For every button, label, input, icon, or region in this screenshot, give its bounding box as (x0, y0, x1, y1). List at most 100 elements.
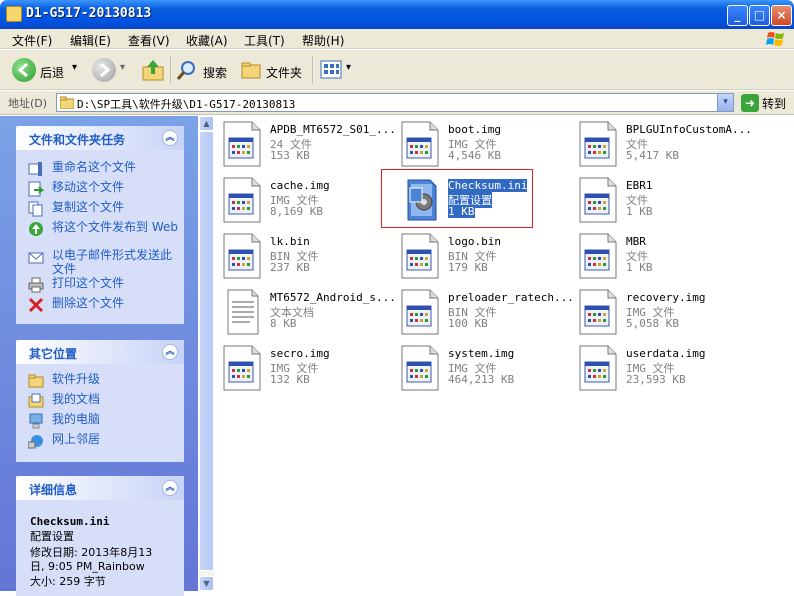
minimize-button[interactable]: _ (727, 5, 748, 26)
file-name: EBR1 (626, 179, 653, 192)
file-item[interactable]: cache.img IMG 文件 8,169 KB (222, 176, 392, 228)
file-item[interactable]: lk.bin BIN 文件 237 KB (222, 232, 392, 284)
print-icon (28, 277, 44, 293)
file-item[interactable]: system.img IMG 文件 464,213 KB (400, 344, 570, 396)
file-name: recovery.img (626, 291, 706, 304)
maximize-button[interactable]: □ (749, 5, 770, 26)
file-item[interactable]: logo.bin BIN 文件 179 KB (400, 232, 570, 284)
folder-icon (60, 96, 74, 109)
task-label: 移动这个文件 (52, 180, 125, 194)
generic-file-icon (579, 121, 617, 167)
other-places-header[interactable]: 其它位置 ︽ (16, 340, 184, 364)
file-size: 153 KB (270, 149, 310, 162)
toolbar-separator (312, 56, 313, 84)
file-item[interactable]: recovery.img IMG 文件 5,058 KB (578, 288, 748, 340)
generic-file-icon (579, 345, 617, 391)
file-size: 8,169 KB (270, 205, 323, 218)
file-item[interactable]: secro.img IMG 文件 132 KB (222, 344, 392, 396)
file-size: 1 KB (626, 205, 653, 218)
collapse-icon[interactable]: ︽ (162, 130, 178, 146)
window-title: D1-G517-20130813 (26, 6, 152, 21)
file-item[interactable]: MT6572_Android_s... 文本文档 8 KB (222, 288, 396, 340)
menu-edit[interactable]: 编辑(E) (70, 32, 111, 49)
file-item[interactable]: preloader_ratech... BIN 文件 100 KB (400, 288, 574, 340)
toolbar-separator (170, 56, 171, 84)
file-name: MBR (626, 235, 646, 248)
file-name: boot.img (448, 123, 501, 136)
collapse-icon[interactable]: ︽ (162, 344, 178, 360)
details-title: 详细信息 (29, 483, 78, 497)
file-size: 8 KB (270, 317, 297, 330)
scroll-thumb[interactable] (199, 131, 214, 571)
collapse-icon[interactable]: ︽ (162, 480, 178, 496)
menu-file[interactable]: 文件(F) (12, 32, 52, 49)
back-button[interactable]: 后退 (40, 64, 64, 81)
generic-file-icon (223, 233, 261, 279)
generic-file-icon (401, 289, 439, 335)
title-bar[interactable]: D1-G517-20130813 _ □ × (0, 0, 794, 29)
windows-logo-icon (766, 32, 784, 46)
file-item[interactable]: MBR 文件 1 KB (578, 232, 748, 284)
folders-button[interactable]: 文件夹 (266, 64, 302, 81)
task-pane: 文件和文件夹任务 ︽ 重命名这个文件 移动这个文件 复制这个文件 将这个文件发布… (0, 116, 198, 596)
folder-up-icon[interactable] (141, 58, 165, 82)
close-button[interactable]: × (771, 5, 792, 26)
place-label: 网上邻居 (52, 432, 101, 446)
file-item[interactable]: EBR1 文件 1 KB (578, 176, 748, 228)
back-icon[interactable] (12, 58, 36, 82)
address-dropdown[interactable]: ▾ (717, 94, 733, 111)
other-places-panel: 其它位置 ︽ 软件升级 我的文档 我的电脑 网上邻居 (16, 340, 184, 462)
network-icon (28, 435, 43, 449)
file-size: 1 KB (626, 261, 653, 274)
toolbar: 后退 ▾ ▾ 搜索 文件夹 ▾ (0, 50, 794, 90)
generic-file-icon (579, 289, 617, 335)
file-name: cache.img (270, 179, 330, 192)
task-pane-scrollbar[interactable]: ▲ ▼ (199, 116, 214, 591)
folders-icon[interactable] (240, 59, 262, 81)
search-icon[interactable] (176, 59, 198, 81)
email-icon (28, 252, 44, 264)
views-dropdown[interactable]: ▾ (346, 62, 351, 73)
views-icon[interactable] (320, 59, 344, 81)
generic-file-icon (401, 233, 439, 279)
menu-help[interactable]: 帮助(H) (302, 32, 344, 49)
file-item[interactable]: boot.img IMG 文件 4,546 KB (400, 120, 570, 172)
generic-file-icon (401, 121, 439, 167)
details-size: 大小: 259 字节 (30, 575, 106, 588)
file-name: logo.bin (448, 235, 501, 248)
my-computer-icon (29, 413, 43, 429)
forward-dropdown[interactable]: ▾ (120, 62, 125, 73)
file-tasks-header[interactable]: 文件和文件夹任务 ︽ (16, 126, 184, 150)
search-button[interactable]: 搜索 (203, 64, 227, 81)
scroll-up-button[interactable]: ▲ (199, 116, 214, 131)
go-arrow-icon[interactable]: ➜ (741, 94, 759, 112)
rename-icon (28, 162, 42, 176)
place-label: 软件升级 (52, 372, 101, 386)
publish-web-icon (29, 222, 43, 236)
delete-icon (28, 297, 44, 313)
go-button[interactable]: 转到 (762, 95, 786, 112)
task-label: 删除这个文件 (52, 296, 125, 310)
back-dropdown[interactable]: ▾ (72, 62, 77, 73)
task-label: 复制这个文件 (52, 200, 125, 214)
file-size: 237 KB (270, 261, 310, 274)
file-tasks-panel: 文件和文件夹任务 ︽ 重命名这个文件 移动这个文件 复制这个文件 将这个文件发布… (16, 126, 184, 324)
file-item[interactable]: userdata.img IMG 文件 23,593 KB (578, 344, 748, 396)
file-item[interactable]: BPLGUInfoCustomA... 文件 5,417 KB (578, 120, 752, 172)
menu-favorites[interactable]: 收藏(A) (186, 32, 228, 49)
file-size: 179 KB (448, 261, 488, 274)
file-name: secro.img (270, 347, 330, 360)
file-name: BPLGUInfoCustomA... (626, 123, 752, 136)
generic-file-icon (223, 345, 261, 391)
menu-view[interactable]: 查看(V) (128, 32, 170, 49)
file-item[interactable]: APDB_MT6572_S01_... 24 文件 153 KB (222, 120, 396, 172)
address-input[interactable]: D:\SP工具\软件升级\D1-G517-20130813 ▾ (56, 93, 734, 112)
menu-tools[interactable]: 工具(T) (244, 32, 285, 49)
address-value: D:\SP工具\软件升级\D1-G517-20130813 (77, 98, 296, 111)
file-size: 100 KB (448, 317, 488, 330)
scroll-down-button[interactable]: ▼ (199, 576, 214, 591)
details-header[interactable]: 详细信息 ︽ (16, 476, 184, 500)
forward-icon[interactable] (92, 58, 116, 82)
file-name: MT6572_Android_s... (270, 291, 396, 304)
other-places-title: 其它位置 (29, 347, 78, 361)
